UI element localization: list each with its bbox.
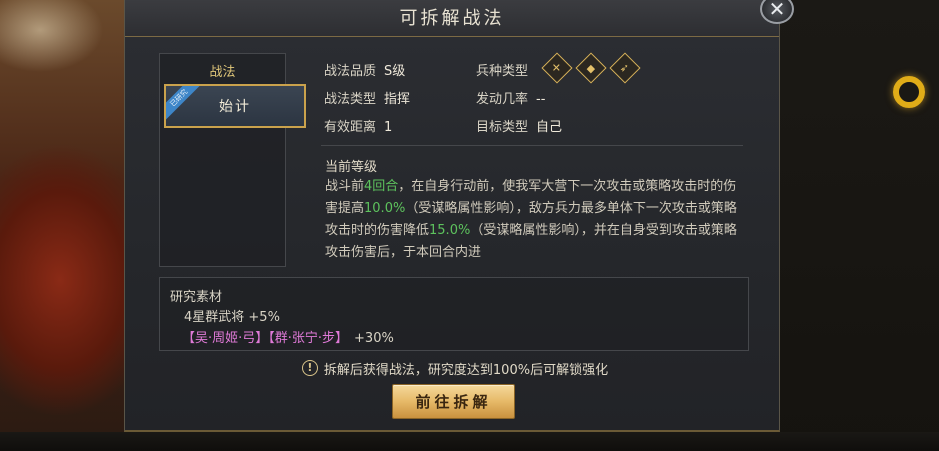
background-character-art: [0, 0, 140, 451]
quality-row: 战法品质 S级: [324, 60, 405, 79]
tactic-list-header: 战法: [209, 65, 236, 80]
research-materials: 研究素材 4星群武将 +5% 【吴·周姬·弓】【群·张宁·步】 +30%: [159, 277, 749, 351]
quality-value: S级: [384, 64, 406, 79]
dialog-title-bar: 可拆解战法: [125, 0, 779, 37]
type-label: 战法类型: [324, 92, 377, 107]
desc-boost: 10.0%: [364, 201, 406, 216]
type-value: 指挥: [384, 92, 411, 107]
bow-icon[interactable]: ➶: [609, 52, 641, 84]
desc-part-1: 战斗前: [325, 179, 365, 194]
tactic-item-label: 始计: [219, 99, 251, 115]
target-row: 目标类型 自己: [476, 116, 562, 135]
type-row: 战法类型 指挥: [324, 88, 410, 107]
desc-rounds: 4回合: [364, 179, 399, 194]
go-disassemble-button[interactable]: 前往拆解: [392, 384, 515, 419]
researched-ribbon: 已研究: [166, 86, 204, 123]
range-label: 有效距离: [324, 120, 377, 135]
shield-icon[interactable]: ◆: [575, 52, 607, 84]
target-value: 自己: [536, 120, 563, 135]
cavalry-icon[interactable]: ✕: [541, 52, 573, 84]
bottom-strip: [0, 432, 939, 451]
rate-value: --: [536, 92, 546, 107]
target-label: 目标类型: [476, 120, 529, 135]
warning-icon: !: [301, 360, 318, 376]
materials-line-2: 【吴·周姬·弓】【群·张宁·步】 +30%: [182, 327, 394, 346]
hero-tag-zhangning[interactable]: 【群·张宁·步】: [268, 331, 348, 346]
range-row: 有效距离 1: [324, 116, 392, 135]
info-divider: [321, 145, 743, 146]
hero-tag-zhouji[interactable]: 【吴·周姬·弓】: [182, 331, 268, 346]
dialog-title: 可拆解战法: [399, 8, 505, 29]
hint-row: ! 拆解后获得战法，研究度达到100%后可解锁强化: [275, 357, 635, 379]
hint-text: 拆解后获得战法，研究度达到100%后可解锁强化: [323, 362, 609, 378]
rate-row: 发动几率 --: [476, 88, 545, 107]
rate-label: 发动几率: [476, 92, 529, 107]
disassemble-tactic-dialog: 可拆解战法 战法 已研究 始计 战法品质 S级 战法类型 指挥 有效距离 1 兵种类型…: [124, 0, 780, 432]
materials-bonus: +30%: [354, 331, 394, 346]
materials-line-1: 4星群武将 +5%: [184, 310, 280, 325]
desc-reduce: 15.0%: [429, 223, 471, 238]
quality-label: 战法品质: [324, 64, 377, 79]
range-value: 1: [384, 120, 393, 135]
ring-icon[interactable]: [893, 76, 925, 108]
troop-row: 兵种类型: [476, 60, 528, 79]
materials-title: 研究素材: [170, 290, 223, 305]
troop-label: 兵种类型: [476, 64, 529, 79]
tactic-item-shiji[interactable]: 已研究 始计: [164, 84, 306, 128]
description-body[interactable]: 战斗前4回合，在自身行动前，使我军大营下一次攻击或策略攻击时的伤害提高10.0%…: [325, 176, 745, 264]
description-heading: 当前等级: [325, 160, 378, 175]
background-panel-right: [780, 0, 939, 451]
